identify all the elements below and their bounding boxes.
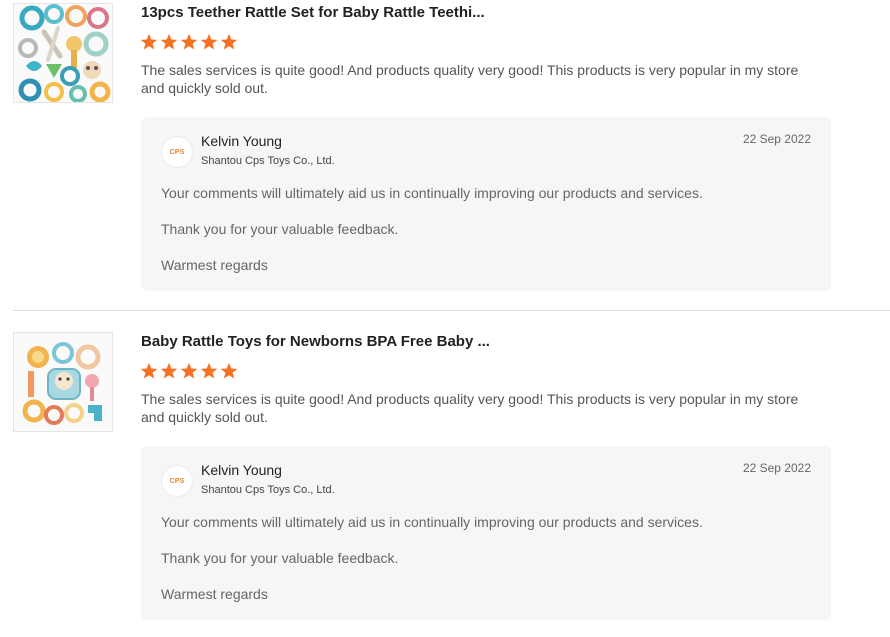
- star-icon: [180, 362, 198, 379]
- reply-date: 22 Sep 2022: [742, 132, 811, 146]
- star-icon: [160, 362, 178, 379]
- review-divider: [13, 310, 890, 311]
- review-comment: The sales services is quite good! And pr…: [141, 62, 799, 96]
- reply-text-line: Warmest regards: [161, 586, 268, 602]
- supplier-avatar: CPS: [161, 136, 193, 168]
- star-icon: [200, 362, 218, 379]
- reply-date: 22 Sep 2022: [742, 461, 811, 475]
- product-thumbnail[interactable]: [13, 332, 113, 432]
- star-rating: [140, 362, 238, 380]
- supplier-avatar: CPS: [161, 465, 193, 497]
- rattle-toys-image: [14, 333, 112, 431]
- reply-company: Shantou Cps Toys Co., Ltd.: [201, 484, 335, 496]
- product-title[interactable]: 13pcs Teether Rattle Set for Baby Rattle…: [141, 4, 485, 22]
- review-comment: The sales services is quite good! And pr…: [141, 391, 799, 425]
- reply-text-line: Warmest regards: [161, 257, 268, 273]
- reply-author-name: Kelvin Young: [201, 133, 282, 149]
- teether-set-image: [14, 4, 112, 102]
- star-icon: [220, 362, 238, 379]
- star-icon: [140, 33, 158, 50]
- product-title[interactable]: Baby Rattle Toys for Newborns BPA Free B…: [141, 333, 490, 351]
- star-icon: [180, 33, 198, 50]
- star-icon: [220, 33, 238, 50]
- supplier-reply: CPS Kelvin Young Shantou Cps Toys Co., L…: [141, 117, 831, 291]
- reply-text-line: Thank you for your valuable feedback.: [161, 550, 399, 566]
- reply-company: Shantou Cps Toys Co., Ltd.: [201, 155, 335, 167]
- reply-text-line: Thank you for your valuable feedback.: [161, 221, 399, 237]
- star-icon: [160, 33, 178, 50]
- star-icon: [140, 362, 158, 379]
- star-icon: [200, 33, 218, 50]
- product-thumbnail[interactable]: [13, 3, 113, 103]
- supplier-reply: CPS Kelvin Young Shantou Cps Toys Co., L…: [141, 446, 831, 620]
- star-rating: [140, 33, 238, 51]
- reply-text-line: Your comments will ultimately aid us in …: [161, 185, 703, 201]
- reply-text-line: Your comments will ultimately aid us in …: [161, 514, 703, 530]
- reply-author-name: Kelvin Young: [201, 462, 282, 478]
